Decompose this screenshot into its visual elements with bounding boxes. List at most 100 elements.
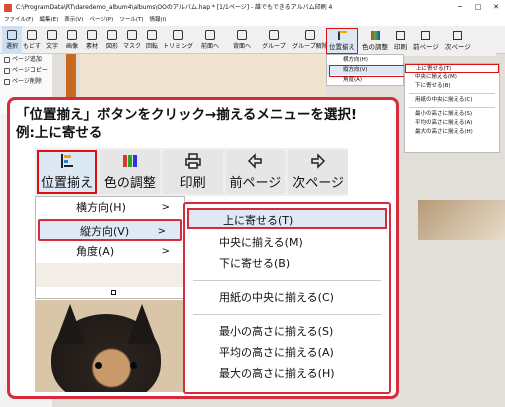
group-icon xyxy=(269,30,279,40)
secondary-toolbar: 位置揃え 色の調整 印刷 前ページ 次ページ xyxy=(326,28,496,56)
bring-front-button[interactable]: 前面へ xyxy=(194,26,226,54)
align-middle-item[interactable]: 中央に揃える(M) xyxy=(185,232,389,253)
align-top-item[interactable]: 上に寄せる(T) xyxy=(187,208,387,229)
submenu-arrow-icon: > xyxy=(161,246,170,257)
copy-page-icon xyxy=(4,67,10,74)
color-adjust-icon xyxy=(122,155,137,167)
page-photo xyxy=(418,200,505,240)
minimize-button[interactable]: ─ xyxy=(451,0,469,15)
image-tool-button[interactable]: 画像 xyxy=(62,26,82,54)
window-controls: ─ □ ✕ xyxy=(451,0,505,15)
menu-page[interactable]: ページ(P) xyxy=(89,15,113,26)
min-height-item[interactable]: 最小の高さに揃える(S) xyxy=(185,321,389,342)
avg-height-item[interactable]: 平均の高さに揃える(A) xyxy=(185,342,389,363)
submenu-arrow-icon: > xyxy=(161,202,170,213)
material-tool-button[interactable]: 素材 xyxy=(82,26,102,54)
submenu-arrow-icon: > xyxy=(157,226,166,237)
image-icon xyxy=(67,30,77,40)
menu-separator xyxy=(193,314,381,315)
max-height-item-small[interactable]: 最大の高さに揃える(H) xyxy=(405,128,499,137)
next-page-button-small[interactable]: 次ページ xyxy=(443,28,473,54)
ungroup-icon xyxy=(305,30,315,40)
arrow-left-icon xyxy=(248,153,263,169)
print-button-small[interactable]: 印刷 xyxy=(392,28,409,54)
maximize-button[interactable]: □ xyxy=(469,0,487,15)
prev-page-button[interactable]: 前ページ xyxy=(225,150,286,194)
vertical-submenu-small: 上に寄せる(T) 中央に揃える(M) 下に寄せる(B) 用紙の中央に揃える(C)… xyxy=(404,63,500,153)
menu-edit[interactable]: 編集(E) xyxy=(39,15,58,26)
horizontal-menu-item-small[interactable]: 横方向(H) xyxy=(327,55,403,65)
undo-button[interactable]: もどす xyxy=(22,26,42,54)
send-back-icon xyxy=(237,30,247,40)
shape-tool-button[interactable]: 図形 xyxy=(102,26,122,54)
text-icon xyxy=(47,30,57,40)
print-icon xyxy=(396,31,405,40)
delete-page-button[interactable]: ページ削除 xyxy=(0,76,52,87)
app-icon xyxy=(4,4,12,12)
color-adjust-icon xyxy=(370,31,380,40)
select-tool-button[interactable]: 選択 xyxy=(2,26,22,54)
color-adjust-button-small[interactable]: 色の調整 xyxy=(360,28,390,54)
dog-eye-right xyxy=(130,362,137,369)
max-height-item[interactable]: 最大の高さに揃える(H) xyxy=(185,363,389,384)
close-button[interactable]: ✕ xyxy=(487,0,505,15)
print-button[interactable]: 印刷 xyxy=(162,150,223,194)
align-button[interactable]: 位置揃え xyxy=(37,150,98,194)
align-middle-item-small[interactable]: 中央に揃える(M) xyxy=(405,73,499,82)
menu-separator xyxy=(409,107,495,108)
menu-bar: ファイル(F) 編集(E) 表示(V) ページ(P) ツール(T) 情報(I) xyxy=(0,15,505,26)
selection-handle[interactable] xyxy=(111,290,116,295)
menu-info[interactable]: 情報(I) xyxy=(149,15,166,26)
prev-page-button-small[interactable]: 前ページ xyxy=(411,28,441,54)
text-tool-button[interactable]: 文字 xyxy=(42,26,62,54)
material-icon xyxy=(87,30,97,40)
dog-photo[interactable] xyxy=(35,300,185,392)
arrow-left-icon xyxy=(421,31,431,40)
horizontal-menu-item[interactable]: 横方向(H) > xyxy=(36,197,184,219)
trim-tool-button[interactable]: トリミング xyxy=(162,26,194,54)
align-icon xyxy=(337,31,347,40)
add-page-button[interactable]: ページ追加 xyxy=(0,54,52,65)
title-bar: C:\ProgramData\RT\daredemo_album4\albums… xyxy=(0,0,505,15)
callout-line-2: 例:上に寄せる xyxy=(16,125,103,141)
avg-height-item-small[interactable]: 平均の高さに揃える(A) xyxy=(405,119,499,128)
angle-menu-item-small[interactable]: 角度(A) xyxy=(327,75,403,85)
color-adjust-button[interactable]: 色の調整 xyxy=(100,150,160,194)
align-bottom-item[interactable]: 下に寄せる(B) xyxy=(185,253,389,274)
send-back-button[interactable]: 背面へ xyxy=(226,26,258,54)
menu-file[interactable]: ファイル(F) xyxy=(4,15,33,26)
delete-page-icon xyxy=(4,78,10,85)
menu-separator xyxy=(193,280,381,281)
arrow-right-icon xyxy=(311,153,326,169)
crop-icon xyxy=(173,30,183,40)
menu-separator xyxy=(409,93,495,94)
min-height-item-small[interactable]: 最小の高さに揃える(S) xyxy=(405,110,499,119)
ungroup-button[interactable]: グループ解除 xyxy=(290,26,330,54)
align-icon xyxy=(61,154,73,168)
undo-icon xyxy=(27,30,37,40)
bring-front-icon xyxy=(205,30,215,40)
align-menu: 横方向(H) > 縦方向(V) > 角度(A) > xyxy=(35,196,185,299)
align-menu-small: 横方向(H) 縦方向(V) 角度(A) xyxy=(326,54,407,86)
menu-tools[interactable]: ツール(T) xyxy=(119,15,143,26)
copy-page-button[interactable]: ページコピー xyxy=(0,65,52,76)
arrow-right-icon xyxy=(453,31,463,40)
align-top-item-small[interactable]: 上に寄せる(T) xyxy=(405,64,499,73)
align-button-small[interactable]: 位置揃え xyxy=(326,28,358,54)
rotate-tool-button[interactable]: 回転 xyxy=(142,26,162,54)
vertical-submenu: 上に寄せる(T) 中央に揃える(M) 下に寄せる(B) 用紙の中央に揃える(C)… xyxy=(183,202,391,394)
rotate-icon xyxy=(147,30,157,40)
instruction-callout: 「位置揃え」ボタンをクリック→揃えるメニューを選択! 例:上に寄せる 位置揃え … xyxy=(7,97,399,399)
shape-icon xyxy=(107,30,117,40)
paper-center-item[interactable]: 用紙の中央に揃える(C) xyxy=(185,287,389,308)
window-title: C:\ProgramData\RT\daredemo_album4\albums… xyxy=(16,4,333,11)
align-bottom-item-small[interactable]: 下に寄せる(B) xyxy=(405,82,499,91)
group-button[interactable]: グループ xyxy=(258,26,290,54)
menu-view[interactable]: 表示(V) xyxy=(64,15,83,26)
paper-center-item-small[interactable]: 用紙の中央に揃える(C) xyxy=(405,96,499,105)
vertical-menu-item-small[interactable]: 縦方向(V) xyxy=(327,65,407,77)
angle-menu-item[interactable]: 角度(A) > xyxy=(36,241,184,263)
mask-tool-button[interactable]: マスク xyxy=(122,26,142,54)
next-page-button[interactable]: 次ページ xyxy=(288,150,349,194)
vertical-menu-item[interactable]: 縦方向(V) > xyxy=(38,219,182,241)
